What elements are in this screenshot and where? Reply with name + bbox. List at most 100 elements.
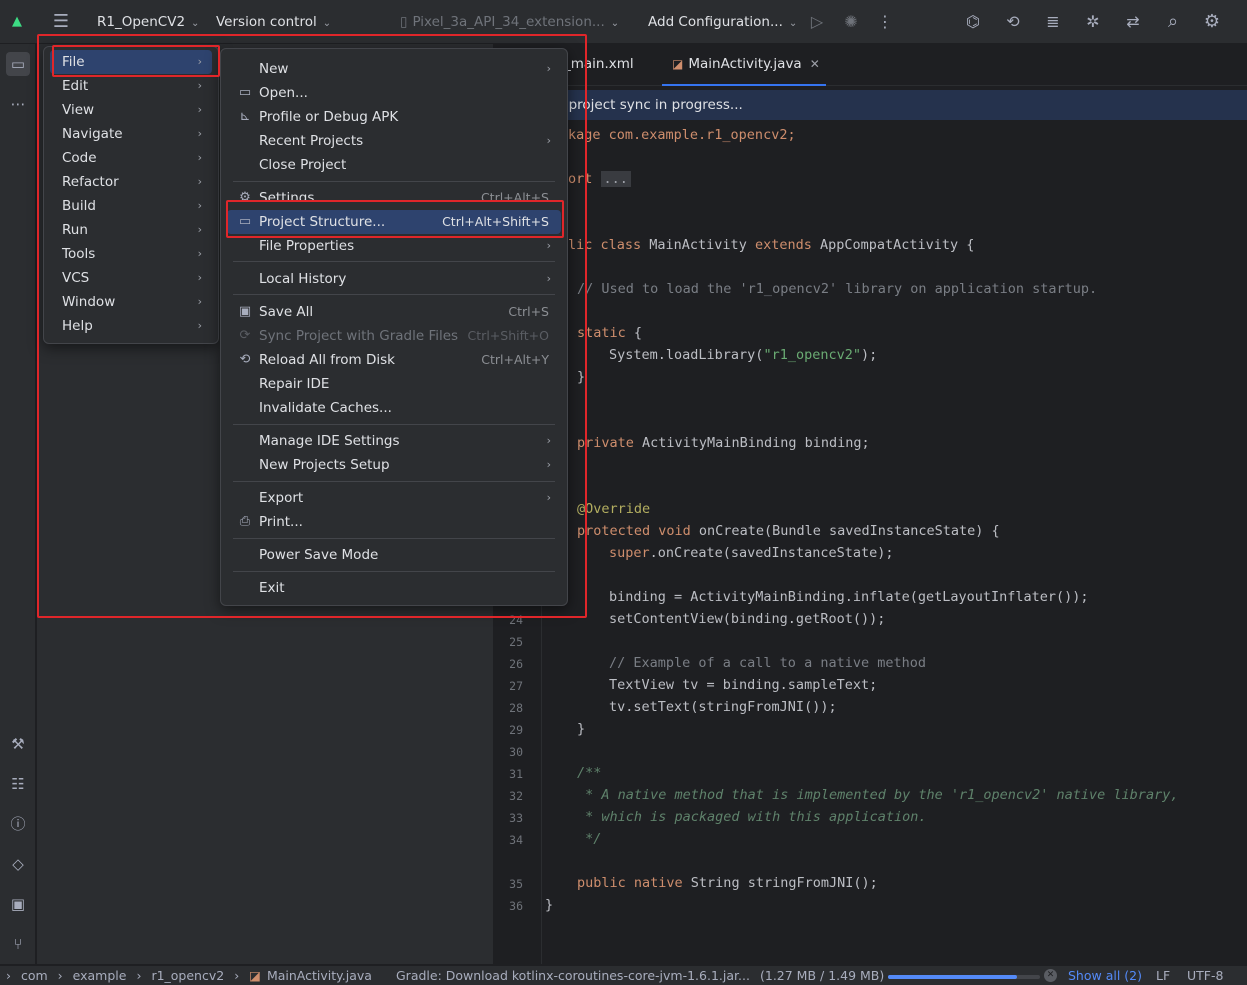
chevron-right-icon: › [546,62,551,75]
download-size: (1.27 MB / 1.49 MB) [760,968,885,983]
menu-item-settings[interactable]: ⚙ Settings Ctrl+Alt+S [227,186,561,200]
cancel-icon[interactable]: ✕ [1044,969,1057,982]
code-line[interactable]: // Used to load the 'r1_opencv2' library… [577,281,1097,297]
code-line[interactable]: /** [577,765,601,781]
translations-icon[interactable]: ⟲ [1002,11,1024,33]
breadcrumb-item[interactable]: example [73,968,127,983]
menu-item-file-properties[interactable]: File Properties › [227,234,561,258]
code-line[interactable]: } [577,369,585,385]
menu-item-open[interactable]: ▭ Open... [227,81,561,105]
menu-item-manage-ide-settings[interactable]: Manage IDE Settings › [227,429,561,453]
logcat-icon[interactable]: ☷ [6,772,30,796]
breadcrumb-item[interactable]: MainActivity.java [267,968,372,983]
menu-separator [233,181,555,182]
code-line[interactable]: private ActivityMainBinding binding; [577,435,870,451]
menu-item-navigate[interactable]: Navigate › [50,122,212,146]
vcs-switcher[interactable]: Version control ⌄ [216,0,331,44]
menu-item-view[interactable]: View › [50,98,212,122]
problems-icon[interactable]: ⓘ [6,812,30,836]
sync-icon[interactable]: ⇄ [1122,11,1144,33]
menu-item-project-structure[interactable]: ▭ Project Structure... Ctrl+Alt+Shift+S [227,210,561,234]
menu-item-reload-disk[interactable]: ⟲ Reload All from Disk Ctrl+Alt+Y [227,348,561,372]
menu-item-new[interactable]: New › [227,57,561,81]
layout-inspector-icon[interactable]: ≣ [1042,11,1064,33]
close-icon[interactable]: ✕ [810,57,820,71]
more-actions-icon[interactable]: ⋮ [874,11,896,33]
line-ending[interactable]: LF [1156,968,1170,983]
code-line[interactable]: @Override [577,501,650,517]
line-number: 35 [509,877,523,891]
code-line[interactable]: lic class MainActivity extends AppCompat… [568,237,974,253]
bug-icon[interactable]: ✲ [1082,11,1104,33]
build-variants-icon[interactable]: ⚒ [6,732,30,756]
hamburger-menu-icon[interactable]: ☰ [50,11,72,33]
code-line[interactable]: * A native method that is implemented by… [577,787,1178,803]
code-line[interactable]: TextView tv = binding.sampleText; [609,677,877,693]
menu-item-profile-apk[interactable]: ⊾ Profile or Debug APK [227,105,561,129]
menu-item-edit[interactable]: Edit › [50,74,212,98]
more-tools-icon[interactable]: ⋯ [6,92,30,116]
code-line[interactable]: } [545,897,553,913]
gear-icon[interactable]: ⚙ [1201,11,1223,33]
menu-item-refactor[interactable]: Refactor › [50,170,212,194]
code-line[interactable]: protected void onCreate(Bundle savedInst… [577,523,1000,539]
menu-item-build[interactable]: Build › [50,194,212,218]
show-all-link[interactable]: Show all (2) [1068,968,1142,983]
terminal-icon[interactable]: ▣ [6,892,30,916]
device-selector[interactable]: ▯ Pixel_3a_API_34_extension... ⌄ [400,0,619,44]
menu-item-vcs[interactable]: VCS › [50,266,212,290]
folder-icon[interactable]: ▭ [6,52,30,76]
code-line[interactable]: static { [577,325,642,341]
code-line[interactable]: } [577,721,585,737]
code-line[interactable]: tv.setText(stringFromJNI()); [609,699,837,715]
chevron-right-icon: › [197,151,202,164]
menu-item-invalidate-caches[interactable]: Invalidate Caches... [227,396,561,420]
code-line[interactable]: binding = ActivityMainBinding.inflate(ge… [609,589,1089,605]
menu-item-help[interactable]: Help › [50,314,212,338]
code-line[interactable]: ort ... [568,171,631,187]
menu-item-recent-projects[interactable]: Recent Projects › [227,129,561,153]
run-icon[interactable]: ▷ [806,11,828,33]
breadcrumb-item[interactable]: r1_opencv2 [151,968,224,983]
device-manager-icon[interactable]: ⌬ [962,11,984,33]
menu-item-exit[interactable]: Exit [227,576,561,600]
menu-item-new-projects-setup[interactable]: New Projects Setup › [227,453,561,477]
menu-item-save-all[interactable]: ▣ Save All Ctrl+S [227,300,561,324]
menu-item-close-project[interactable]: Close Project [227,153,561,177]
git-branch-icon[interactable]: ⑂ [6,932,30,956]
menu-item-window[interactable]: Window › [50,290,212,314]
menu-item-power-save[interactable]: Power Save Mode [227,543,561,567]
project-switcher[interactable]: R1_OpenCV2 ⌄ [97,0,199,44]
breadcrumb-item[interactable]: com [21,968,48,983]
menu-item-repair-ide[interactable]: Repair IDE [227,372,561,396]
file-encoding[interactable]: UTF-8 [1187,968,1223,983]
code-line[interactable]: */ [577,831,601,847]
chevron-right-icon: › [546,239,551,252]
menu-item-code[interactable]: Code › [50,146,212,170]
reload-icon: ⟲ [239,352,251,367]
tab-label: _main.xml [564,56,634,72]
code-line[interactable]: System.loadLibrary("r1_opencv2"); [609,347,877,363]
chevron-right-icon: › [546,491,551,504]
code-line[interactable]: * which is packaged with this applicatio… [577,809,926,825]
code-line[interactable]: setContentView(binding.getRoot()); [609,611,885,627]
code-line[interactable]: kage com.example.r1_opencv2; [568,127,796,143]
debug-icon[interactable]: ✺ [840,11,862,33]
menu-item-run[interactable]: Run › [50,218,212,242]
tab-activity-main-xml[interactable]: _main.xml [564,44,634,86]
code-line[interactable]: public native String stringFromJNI(); [577,875,878,891]
menu-item-print[interactable]: ⎙ Print... [227,510,561,534]
chevron-right-icon: › [197,103,202,116]
chevron-down-icon: ⌄ [610,18,620,29]
run-config-selector[interactable]: Add Configuration... ⌄ [648,0,797,44]
code-line[interactable]: // Example of a call to a native method [609,655,926,671]
menu-item-export[interactable]: Export › [227,486,561,510]
menu-item-local-history[interactable]: Local History › [227,267,561,291]
search-icon[interactable]: ⌕ [1162,11,1184,33]
gem-icon[interactable]: ◇ [6,852,30,876]
menu-item-sync-gradle[interactable]: ⟳ Sync Project with Gradle Files Ctrl+Shif… [227,324,561,348]
code-line[interactable]: super.onCreate(savedInstanceState); [609,545,893,561]
menu-item-tools[interactable]: Tools › [50,242,212,266]
menu-item-file[interactable]: File › [50,50,212,74]
tab-main-activity-java[interactable]: ◪ MainActivity.java ✕ [662,44,826,86]
